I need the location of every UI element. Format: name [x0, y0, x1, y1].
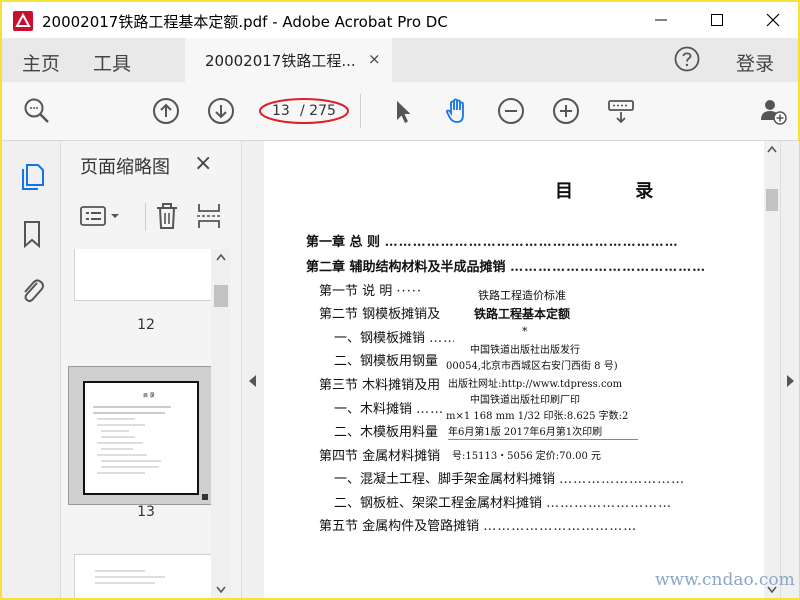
document-scrollbar[interactable] — [764, 141, 780, 598]
thumbnail-resize-handle[interactable] — [202, 494, 208, 500]
toc-line: 第三节 木料摊销及用 — [319, 378, 441, 393]
select-arrow-icon[interactable] — [388, 96, 418, 126]
share-user-icon[interactable] — [758, 96, 788, 126]
close-icon — [766, 13, 780, 27]
split-page-icon[interactable] — [195, 201, 223, 231]
page-current[interactable]: 13 — [272, 103, 290, 119]
page-number-box[interactable]: 13 / 275 — [259, 98, 352, 124]
thumbnails-list: 12 目 录 13 — [61, 249, 231, 598]
thumbnail-options-icon[interactable] — [79, 201, 125, 231]
thumbnails-scroll-thumb[interactable] — [214, 285, 228, 307]
toc-line: 第二章 辅助结构材料及半成品摊销 …………………………………… — [306, 260, 707, 275]
title-bar: 20002017铁路工程基本定额.pdf - Adobe Acrobat Pro… — [2, 2, 798, 38]
page-up-icon[interactable] — [151, 96, 181, 126]
toc-line: 二、钢模板用钢量 — [334, 354, 439, 369]
zoom-in-icon[interactable] — [551, 96, 581, 126]
thumbnail-page-13[interactable]: 目 录 — [83, 381, 199, 495]
toc-line: 第四节 金属材料摊销 — [319, 449, 441, 464]
navigation-rail — [2, 141, 61, 598]
thumbnail-page-12[interactable] — [74, 249, 216, 301]
zoom-search-icon[interactable] — [22, 96, 52, 126]
colophon-isbn-price: 号:15113・5056 定价:70.00 元 — [452, 451, 601, 462]
doc-scroll-up-icon[interactable] — [764, 141, 780, 157]
colophon-title: 铁路工程基本定额 — [474, 307, 571, 321]
colophon-star: * — [522, 325, 528, 338]
scroll-up-icon[interactable] — [211, 249, 231, 265]
minimize-button[interactable] — [638, 2, 684, 38]
thumbnails-scrollbar[interactable] — [211, 249, 231, 598]
colophon-website: 出版社网址:http://www.tdpress.com — [448, 379, 623, 390]
toc-line: 二、木模板用料量 — [334, 425, 439, 440]
thumbnail-content: 目 录 — [93, 392, 171, 474]
toc-line: 一、钢模板摊销 …… — [334, 331, 458, 346]
toc-line: 第一节 说 明 ····· — [319, 284, 423, 299]
login-link[interactable]: 登录 — [736, 49, 774, 76]
thumbnail-page-14[interactable] — [74, 554, 216, 598]
thumbnail-content-14 — [95, 570, 165, 584]
document-tab[interactable]: 20002017铁路工程... × — [185, 38, 392, 82]
watermark: www.cndao.com — [655, 570, 795, 590]
thumbnails-panel: 页面缩略图 × 12 目 录 13 — [61, 141, 241, 598]
toc-line: 第二节 钢模板摊销及 — [319, 307, 441, 322]
help-icon[interactable] — [674, 46, 700, 72]
toc-line: 一、混凝土工程、脚手架金属材料摊销 ……………………… — [334, 472, 686, 487]
toc-line: 第五节 金属构件及管路摊销 …………………………… — [319, 519, 638, 534]
document-scroll-thumb[interactable] — [766, 189, 778, 211]
thumbnail-number-12: 12 — [137, 317, 155, 333]
menu-tools[interactable]: 工具 — [93, 49, 131, 76]
menu-home[interactable]: 主页 — [22, 49, 60, 76]
thumbnails-close-icon[interactable]: × — [194, 151, 212, 176]
page-thumbnails-icon[interactable] — [18, 161, 46, 191]
window-title: 20002017铁路工程基本定额.pdf - Adobe Acrobat Pro… — [42, 13, 448, 31]
page-total: / 275 — [300, 103, 336, 119]
toc-line: 二、钢板桩、架梁工程金属材料摊销 ……………………… — [334, 496, 673, 511]
document-tab-label: 20002017铁路工程... — [205, 52, 356, 70]
minimize-icon — [655, 19, 667, 21]
toc-line: 第一章 总 则 ……………………………………………………… — [306, 235, 679, 250]
thumbnail-number-13: 13 — [137, 504, 155, 520]
toolbar-separator — [360, 94, 361, 128]
colophon-format: m×1 168 mm 1/32 印张:8.625 字数:2 — [446, 411, 629, 422]
expand-right-icon[interactable] — [781, 371, 799, 391]
attachment-icon[interactable] — [18, 275, 46, 305]
thumbnail-toolbar-separator — [145, 203, 146, 231]
doc-heading: 目 录 — [555, 181, 682, 202]
collapse-left-icon[interactable] — [242, 371, 264, 391]
colophon-printer: 中国铁道出版社印刷厂印 — [470, 395, 580, 406]
colophon-publisher: 中国铁道出版社出版发行 — [470, 345, 580, 356]
right-panel-splitter[interactable] — [780, 141, 799, 598]
maximize-button[interactable] — [694, 2, 740, 38]
bookmark-icon[interactable] — [18, 219, 46, 249]
colophon-rule — [448, 439, 638, 440]
toc-line: 一、木料摊销 …… — [334, 402, 445, 417]
colophon-edition: 年6月第1版 2017年6月第1次印刷 — [448, 427, 603, 438]
colophon-overlay: 铁路工程造价标准 铁路工程基本定额 * 中国铁道出版社出版发行 00054,北京… — [446, 279, 649, 465]
menu-bar: 主页 工具 20002017铁路工程... × 登录 — [2, 38, 798, 82]
page-down-icon[interactable] — [206, 96, 236, 126]
zoom-out-icon[interactable] — [496, 96, 526, 126]
thumbnails-title: 页面缩略图 — [80, 157, 170, 178]
toolbar: 13 / 275 — [2, 82, 798, 141]
document-view: 目 录 第一章 总 则 ……………………………………………………… 第二章 辅助… — [264, 141, 764, 598]
svg-text:目 录: 目 录 — [143, 392, 155, 399]
app-icon — [13, 11, 33, 31]
tab-close-icon[interactable]: × — [368, 50, 381, 68]
close-window-button[interactable] — [750, 2, 796, 38]
maximize-icon — [711, 14, 723, 26]
thumbnail-selected-frame[interactable]: 目 录 — [68, 366, 213, 505]
colophon-address: 00054,北京市西城区右安门西街 8 号) — [446, 361, 618, 372]
colophon-series: 铁路工程造价标准 — [478, 289, 566, 302]
hand-tool-icon[interactable] — [442, 96, 472, 126]
scroll-down-icon[interactable] — [211, 582, 231, 598]
keyboard-scroll-icon[interactable] — [606, 96, 636, 126]
panel-splitter[interactable] — [241, 141, 265, 598]
delete-page-icon[interactable] — [153, 201, 181, 231]
